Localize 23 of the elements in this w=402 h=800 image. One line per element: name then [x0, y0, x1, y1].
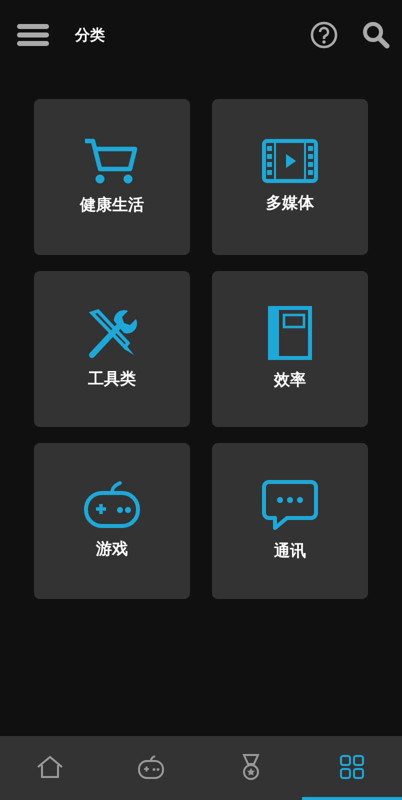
- chat-icon: [261, 479, 319, 531]
- help-button[interactable]: [310, 21, 338, 49]
- category-label: 多媒体: [266, 192, 314, 214]
- category-label: 健康生活: [80, 194, 144, 216]
- category-tile[interactable]: 通讯: [212, 443, 368, 599]
- film-icon: [262, 139, 318, 183]
- menu-button[interactable]: [17, 22, 49, 48]
- category-tile[interactable]: 工具类: [34, 271, 190, 427]
- gamepad-icon: [83, 481, 141, 529]
- category-label: 通讯: [274, 540, 306, 562]
- page-title: 分类: [75, 24, 105, 46]
- category-label: 工具类: [88, 368, 136, 390]
- category-label: 效率: [274, 369, 306, 391]
- gamepad-icon: [136, 754, 165, 780]
- category-tile[interactable]: 效率: [212, 271, 368, 427]
- category-tile[interactable]: 游戏: [34, 443, 190, 599]
- search-button[interactable]: [362, 21, 390, 49]
- category-label: 游戏: [96, 538, 128, 560]
- home-icon: [36, 754, 64, 778]
- book-icon: [268, 306, 312, 360]
- grid-icon: [338, 754, 365, 780]
- category-tile[interactable]: 多媒体: [212, 99, 368, 255]
- category-tile[interactable]: 健康生活: [34, 99, 190, 255]
